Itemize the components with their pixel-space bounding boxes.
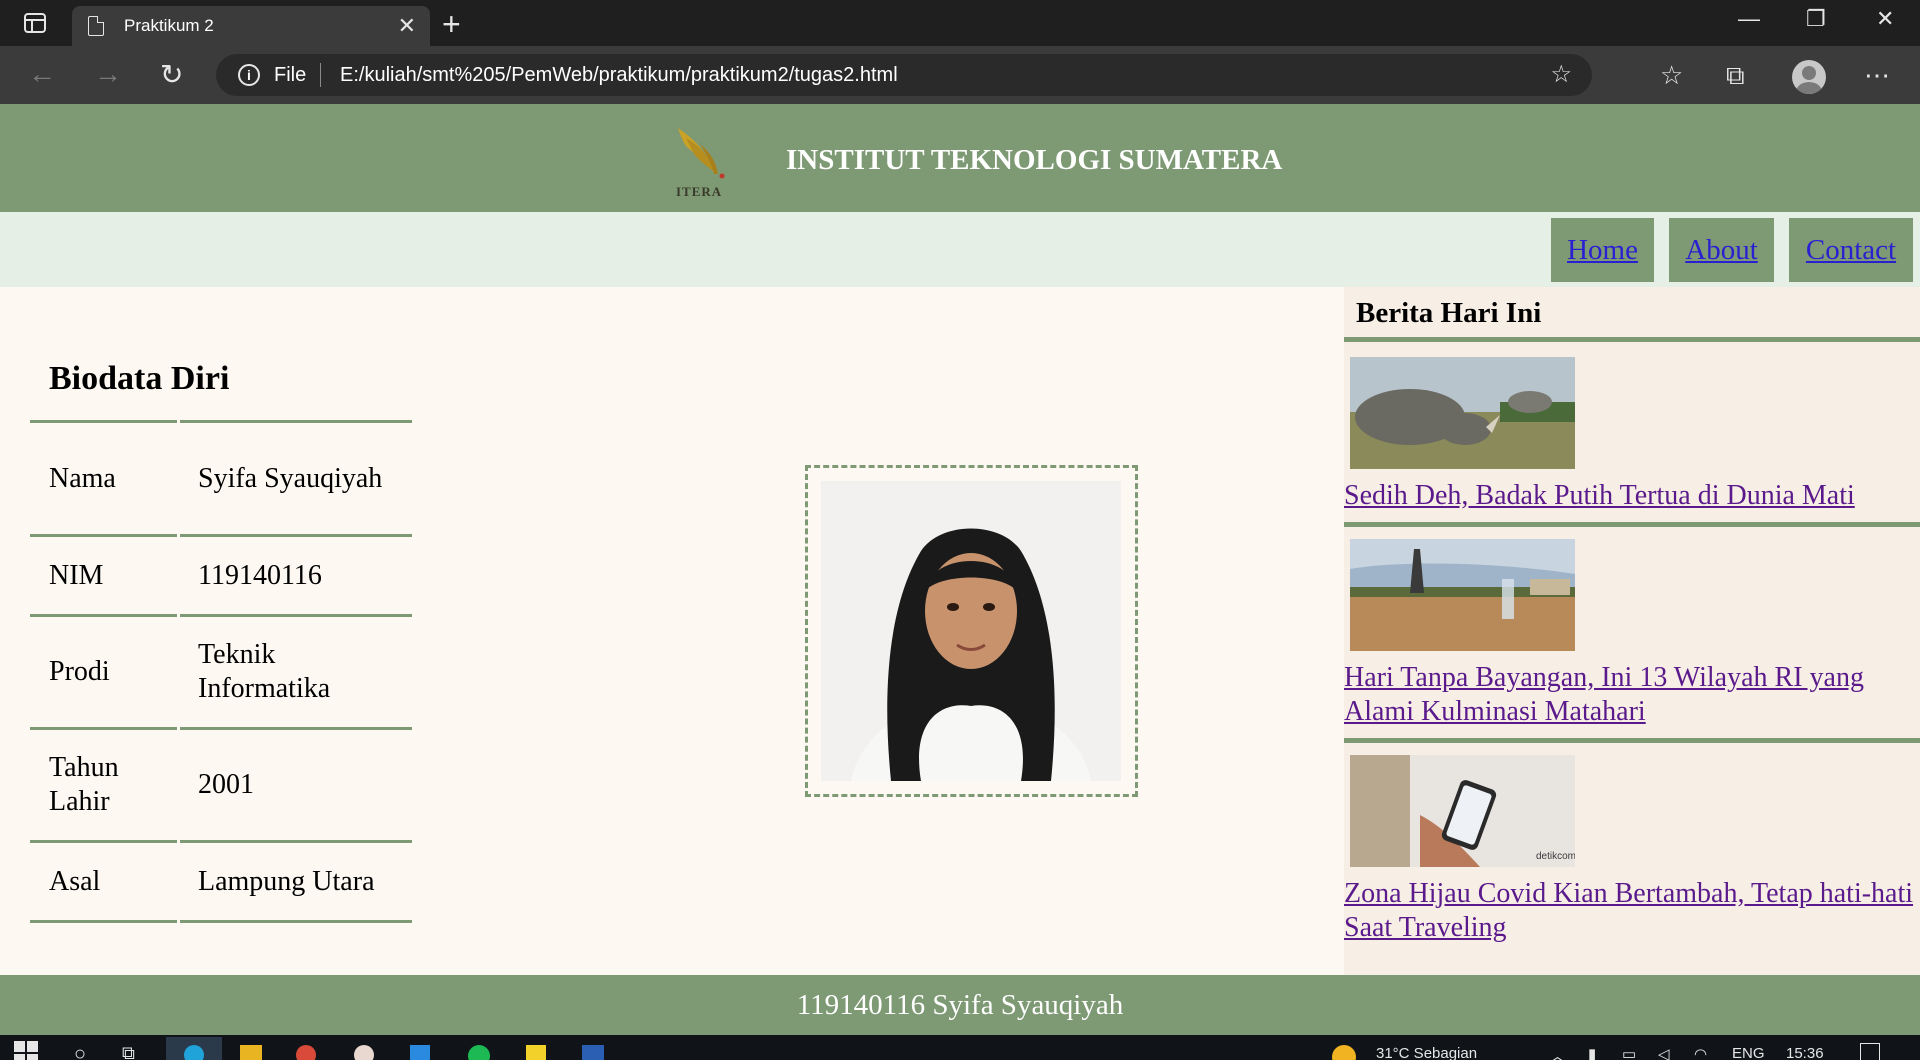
battery-icon[interactable]: ▭: [1622, 1045, 1636, 1060]
word-icon[interactable]: [582, 1045, 604, 1060]
nav-link-home[interactable]: Home: [1551, 218, 1654, 282]
collections-icon[interactable]: ⧉: [1726, 60, 1745, 92]
address-bar[interactable]: i File E:/kuliah/smt%205/PemWeb/praktiku…: [216, 54, 1592, 96]
close-tab-icon[interactable]: ✕: [398, 13, 416, 39]
windows-taskbar: ○ ⧉ 31°C Sebagian ︿ ▮ ▭ ◁ ◠ ENG 15:36: [0, 1035, 1920, 1060]
site-header: ITERA INSTITUT TEKNOLOGI SUMATERA: [0, 104, 1920, 212]
table-row: NIM 119140116: [30, 534, 412, 614]
table-row: Tahun Lahir 2001: [30, 727, 412, 840]
sticky-notes-icon[interactable]: [526, 1045, 546, 1060]
profile-avatar-icon[interactable]: [1792, 60, 1826, 94]
table-bottom-border: [30, 920, 412, 923]
logo-text: ITERA: [676, 184, 723, 199]
microphone-icon[interactable]: ▮: [1588, 1045, 1596, 1060]
svg-text:detikcom: detikcom: [1536, 851, 1575, 862]
favorites-icon[interactable]: ☆: [1660, 60, 1683, 91]
news-thumbnail-rhino[interactable]: [1350, 357, 1575, 469]
tab-actions-icon[interactable]: [18, 10, 52, 36]
restore-icon[interactable]: ❐: [1806, 6, 1826, 32]
table-row: Prodi Teknik Informatika: [30, 614, 412, 727]
notifications-icon[interactable]: [1860, 1043, 1880, 1060]
browser-tab-bar: Praktikum 2 ✕ + — ❐ ✕: [0, 0, 1920, 46]
browser-tab-active[interactable]: Praktikum 2 ✕: [72, 6, 430, 46]
news-link[interactable]: Hari Tanpa Bayangan, Ini 13 Wilayah RI y…: [1344, 661, 1920, 729]
row-label: Tahun Lahir: [30, 727, 177, 840]
address-protocol: File: [274, 64, 307, 86]
table-row: Nama Syifa Syauqiyah: [30, 420, 412, 534]
row-value: Teknik Informatika: [180, 614, 412, 727]
news-divider: [1344, 337, 1920, 342]
spotify-icon[interactable]: [468, 1045, 490, 1060]
edge-icon[interactable]: [166, 1037, 222, 1060]
language-indicator[interactable]: ENG: [1732, 1045, 1765, 1060]
close-window-icon[interactable]: ✕: [1876, 6, 1894, 32]
minimize-icon[interactable]: —: [1738, 6, 1760, 32]
row-label: NIM: [30, 534, 177, 614]
biodata-table: Nama Syifa Syauqiyah NIM 119140116 Prodi…: [30, 420, 412, 923]
news-link[interactable]: Sedih Deh, Badak Putih Tertua di Dunia M…: [1344, 479, 1920, 513]
itera-logo: ITERA: [670, 124, 740, 204]
wifi-icon[interactable]: ◠: [1694, 1045, 1707, 1060]
profile-photo-frame: [805, 465, 1138, 797]
nav-link-about[interactable]: About: [1669, 218, 1774, 282]
refresh-icon[interactable]: ↻: [160, 58, 183, 91]
profile-photo: [821, 481, 1121, 781]
news-divider: [1344, 738, 1920, 743]
news-link[interactable]: Zona Hijau Covid Kian Bertambah, Tetap h…: [1344, 877, 1920, 945]
row-label: Prodi: [30, 614, 177, 727]
table-row: Asal Lampung Utara: [30, 840, 412, 920]
address-separator: [320, 63, 321, 87]
weather-text[interactable]: 31°C Sebagian: [1376, 1045, 1477, 1060]
vscode-icon[interactable]: [410, 1045, 430, 1060]
row-value: Lampung Utara: [180, 840, 412, 920]
news-title: Berita Hari Ini: [1356, 297, 1542, 329]
browser-toolbar: ← → ↻ i File E:/kuliah/smt%205/PemWeb/pr…: [0, 46, 1920, 104]
site-title: INSTITUT TEKNOLOGI SUMATERA: [786, 144, 1283, 176]
tab-title: Praktikum 2: [124, 16, 214, 35]
site-info-icon[interactable]: i: [238, 64, 260, 86]
file-explorer-icon[interactable]: [240, 1045, 262, 1060]
address-url[interactable]: E:/kuliah/smt%205/PemWeb/praktikum/prakt…: [340, 64, 898, 87]
biodata-title: Biodata Diri: [49, 360, 230, 397]
row-label: Nama: [30, 420, 177, 534]
news-sidebar: Berita Hari Ini Sedih Deh, Badak Putih T…: [1344, 287, 1920, 975]
row-value: Syifa Syauqiyah: [180, 420, 412, 534]
page-document-icon: [88, 16, 104, 36]
site-footer: 119140116 Syifa Syauqiyah: [0, 975, 1920, 1035]
volume-icon[interactable]: ◁: [1658, 1045, 1670, 1060]
site-nav: Home About Contact: [0, 212, 1920, 287]
news-thumbnail-phone[interactable]: detikcom: [1350, 755, 1575, 867]
row-value: 2001: [180, 727, 412, 840]
nav-link-contact[interactable]: Contact: [1789, 218, 1913, 282]
paint-icon[interactable]: [354, 1045, 374, 1060]
add-favorite-icon[interactable]: ☆: [1550, 60, 1572, 89]
task-view-icon[interactable]: ⧉: [122, 1043, 135, 1060]
news-divider: [1344, 522, 1920, 527]
row-label: Asal: [30, 840, 177, 920]
clock-time[interactable]: 15:36: [1786, 1045, 1824, 1060]
new-tab-icon[interactable]: +: [442, 6, 461, 43]
windows-start-icon[interactable]: [14, 1041, 38, 1060]
forward-icon[interactable]: →: [94, 58, 122, 90]
more-menu-icon[interactable]: ⋯: [1864, 60, 1890, 91]
tray-overflow-icon[interactable]: ︿: [1550, 1045, 1565, 1060]
search-icon[interactable]: ○: [74, 1043, 86, 1060]
weather-icon[interactable]: [1332, 1045, 1356, 1060]
back-icon[interactable]: ←: [28, 58, 56, 90]
row-value: 119140116: [180, 534, 412, 614]
chrome-icon[interactable]: [296, 1045, 316, 1060]
news-thumbnail-monument[interactable]: [1350, 539, 1575, 651]
